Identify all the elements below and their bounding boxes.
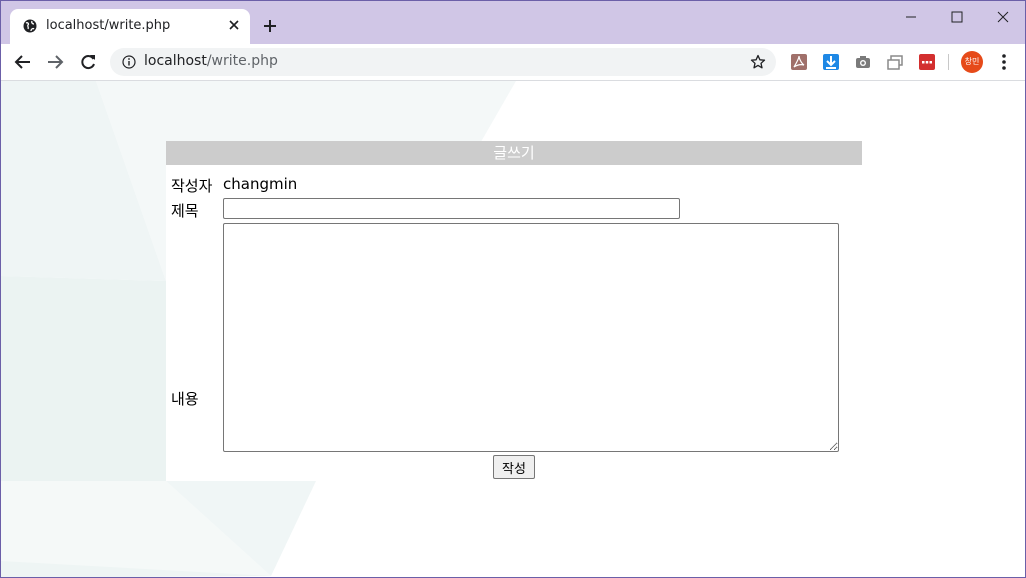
- forward-arrow-icon[interactable]: [45, 52, 65, 72]
- reload-icon[interactable]: [78, 52, 98, 72]
- more-menu-icon[interactable]: [996, 53, 1012, 71]
- page-viewport: 글쓰기 작성자 changmin 제목 내용 작성: [1, 81, 1025, 577]
- address-url[interactable]: localhost/write.php: [144, 53, 278, 69]
- address-bar[interactable]: localhost/write.php: [110, 48, 776, 76]
- screenshot-extension-icon[interactable]: [886, 53, 904, 71]
- write-form: 글쓰기 작성자 changmin 제목 내용 작성: [166, 141, 862, 481]
- submit-button[interactable]: 작성: [493, 455, 535, 479]
- camera-extension-icon[interactable]: [854, 53, 872, 71]
- author-value: changmin: [223, 175, 298, 193]
- form-header: 글쓰기: [166, 141, 862, 165]
- maximize-icon[interactable]: [947, 7, 967, 27]
- url-host: localhost: [144, 53, 207, 69]
- site-info-icon[interactable]: [122, 55, 136, 69]
- globe-icon: [23, 19, 37, 33]
- new-tab-icon[interactable]: [262, 18, 278, 34]
- back-arrow-icon[interactable]: [13, 52, 33, 72]
- red-extension-icon[interactable]: [918, 53, 936, 71]
- tab-strip: localhost/write.php: [1, 1, 1025, 44]
- author-label: 작성자: [171, 177, 213, 195]
- profile-avatar[interactable]: 창민: [961, 51, 983, 73]
- content-label: 내용: [171, 390, 199, 408]
- title-input[interactable]: [223, 198, 680, 219]
- title-label: 제목: [171, 202, 199, 220]
- content-textarea[interactable]: [223, 223, 839, 452]
- active-tab[interactable]: localhost/write.php: [10, 9, 250, 44]
- browser-window: localhost/write.php localhost/write.php …: [0, 0, 1026, 578]
- minimize-icon[interactable]: [901, 7, 921, 27]
- url-path: /write.php: [206, 53, 278, 69]
- toolbar-divider: [948, 54, 949, 70]
- pdf-extension-icon[interactable]: [790, 53, 808, 71]
- tab-title: localhost/write.php: [46, 18, 171, 33]
- browser-toolbar: localhost/write.php 창민: [1, 44, 1025, 81]
- close-tab-icon[interactable]: [226, 17, 242, 33]
- download-extension-icon[interactable]: [822, 53, 840, 71]
- close-window-icon[interactable]: [993, 7, 1013, 27]
- bookmark-star-icon[interactable]: [750, 54, 766, 70]
